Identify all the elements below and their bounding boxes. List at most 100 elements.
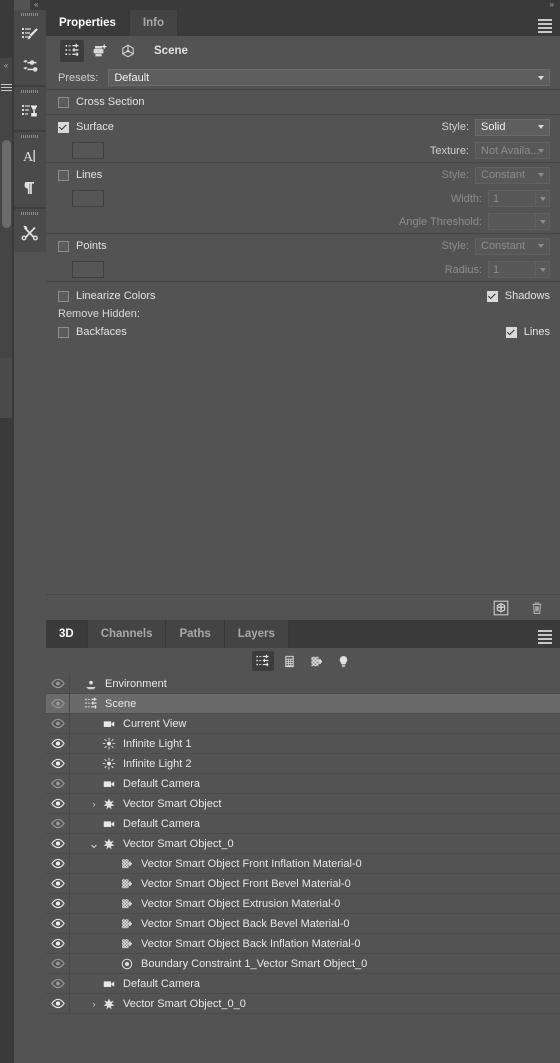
lines-width-stepper[interactable]: 1: [488, 190, 550, 207]
scene-tree-icon[interactable]: [60, 40, 84, 62]
tree-row[interactable]: Infinite Light 1: [46, 733, 560, 754]
dock-grip[interactable]: [14, 87, 46, 95]
chevron-down-icon[interactable]: ⌄: [88, 837, 100, 850]
mesh-filter-icon[interactable]: [279, 651, 301, 671]
visibility-eye-icon[interactable]: [46, 753, 70, 774]
visibility-eye-icon[interactable]: [46, 933, 70, 954]
materials-filter-icon[interactable]: [306, 651, 328, 671]
tree-row[interactable]: Boundary Constraint 1_Vector Smart Objec…: [46, 953, 560, 974]
chevron-right-icon[interactable]: ›: [88, 999, 100, 1009]
collapse-icon-right[interactable]: »: [550, 0, 554, 10]
visibility-eye-icon[interactable]: [46, 873, 70, 894]
tree-row[interactable]: Default Camera: [46, 973, 560, 994]
scene-icon: [82, 697, 100, 711]
tree-row[interactable]: Default Camera: [46, 773, 560, 794]
tab-layers[interactable]: Layers: [225, 620, 289, 648]
left-panel-menu-icon[interactable]: [1, 84, 12, 93]
backfaces-checkbox[interactable]: [58, 326, 69, 338]
visibility-eye-icon[interactable]: [46, 673, 70, 694]
visibility-eye-icon[interactable]: [46, 833, 70, 854]
lines-checkbox[interactable]: [58, 169, 69, 181]
lines-color-swatch[interactable]: [72, 190, 104, 207]
visibility-eye-icon[interactable]: [46, 693, 70, 714]
visibility-eye-icon[interactable]: [46, 773, 70, 794]
surface-checkbox[interactable]: [58, 121, 69, 133]
chevron-down-icon[interactable]: [536, 190, 550, 207]
tree-row[interactable]: Vector Smart Object Back Bevel Material-…: [46, 913, 560, 934]
tree-row[interactable]: Vector Smart Object Front Bevel Material…: [46, 873, 560, 894]
visibility-eye-icon[interactable]: [46, 793, 70, 814]
visibility-eye-icon[interactable]: [46, 853, 70, 874]
surface-texture-select[interactable]: Not Availa...: [475, 142, 550, 159]
lights-filter-icon[interactable]: [333, 651, 355, 671]
chevron-right-icon[interactable]: ›: [88, 799, 100, 809]
dock-grip[interactable]: [14, 10, 46, 18]
tree-row[interactable]: Vector Smart Object Front Inflation Mate…: [46, 853, 560, 874]
chevron-down-icon[interactable]: [536, 213, 550, 230]
tab-properties[interactable]: Properties: [46, 10, 130, 36]
tree-row[interactable]: › Vector Smart Object_0_0: [46, 993, 560, 1014]
surface-color-swatch[interactable]: [72, 142, 104, 159]
tool-presets-icon[interactable]: [14, 217, 46, 249]
collapse-icon-left[interactable]: «: [34, 0, 38, 10]
tree-item-label: Current View: [123, 717, 187, 730]
clone-source-icon[interactable]: [14, 95, 46, 127]
lines-width-row: Width: 1: [58, 187, 550, 210]
add-3d-object-icon[interactable]: [490, 598, 512, 618]
tab-paths[interactable]: Paths: [166, 620, 225, 648]
brush-settings-icon[interactable]: [14, 50, 46, 82]
hamburger-menu-icon[interactable]: [538, 19, 552, 35]
lines-style-select[interactable]: Constant: [475, 166, 550, 184]
tree-row[interactable]: Environment: [46, 673, 560, 694]
surface-style-select[interactable]: Solid: [475, 118, 550, 136]
dock-grip[interactable]: [14, 132, 46, 140]
points-radius-stepper[interactable]: 1: [488, 261, 550, 278]
tab-info[interactable]: Info: [129, 10, 178, 36]
tree-row[interactable]: Infinite Light 2: [46, 753, 560, 774]
tree-row[interactable]: Scene: [46, 693, 560, 714]
visibility-eye-icon[interactable]: [46, 953, 70, 974]
points-checkbox[interactable]: [58, 240, 69, 252]
tree-row[interactable]: Default Camera: [46, 813, 560, 834]
tree-row[interactable]: Vector Smart Object Back Inflation Mater…: [46, 933, 560, 954]
tree-row[interactable]: Current View: [46, 713, 560, 734]
visibility-eye-icon[interactable]: [46, 713, 70, 734]
remove-hidden-lines-checkbox[interactable]: [505, 326, 517, 338]
linearize-colors-label: Linearize Colors: [76, 290, 156, 302]
brush-presets-icon[interactable]: [14, 18, 46, 50]
chevron-down-icon[interactable]: [536, 261, 550, 278]
visibility-eye-icon[interactable]: [46, 913, 70, 934]
tree-row[interactable]: › Vector Smart Object: [46, 793, 560, 814]
lines-angle-value[interactable]: [488, 213, 536, 230]
mesh-object-icon[interactable]: [116, 40, 140, 62]
visibility-eye-icon[interactable]: [46, 993, 70, 1014]
points-color-swatch[interactable]: [72, 261, 104, 278]
visibility-eye-icon[interactable]: [46, 733, 70, 754]
character-icon[interactable]: A: [14, 140, 46, 172]
hamburger-menu-icon[interactable]: [538, 630, 552, 646]
left-panel-scrollbar[interactable]: [2, 140, 11, 228]
lines-style-label: Style:: [441, 169, 469, 181]
trash-icon[interactable]: [526, 598, 548, 618]
points-section: Points Style: Constant Radius: 1: [46, 234, 560, 282]
shadows-checkbox[interactable]: [486, 290, 498, 302]
linearize-colors-checkbox[interactable]: [58, 290, 69, 302]
cross-section-checkbox[interactable]: [58, 96, 69, 108]
collapse-left-arrows[interactable]: «: [0, 60, 12, 72]
scene-filter-icon[interactable]: [251, 651, 274, 671]
tree-row[interactable]: Vector Smart Object Extrusion Material-0: [46, 893, 560, 914]
dock-grip[interactable]: [14, 209, 46, 217]
tab-channels[interactable]: Channels: [88, 620, 167, 648]
presets-select[interactable]: Default: [108, 69, 550, 86]
3d-print-add-icon[interactable]: [88, 40, 112, 62]
points-radius-value[interactable]: 1: [488, 261, 536, 278]
points-style-select[interactable]: Constant: [475, 237, 550, 255]
lines-angle-stepper[interactable]: [488, 213, 550, 230]
paragraph-icon[interactable]: [14, 172, 46, 204]
visibility-eye-icon[interactable]: [46, 813, 70, 834]
lines-width-value[interactable]: 1: [488, 190, 536, 207]
tree-row[interactable]: ⌄ Vector Smart Object_0: [46, 833, 560, 854]
visibility-eye-icon[interactable]: [46, 973, 70, 994]
visibility-eye-icon[interactable]: [46, 893, 70, 914]
tab-3d[interactable]: 3D: [46, 620, 88, 648]
